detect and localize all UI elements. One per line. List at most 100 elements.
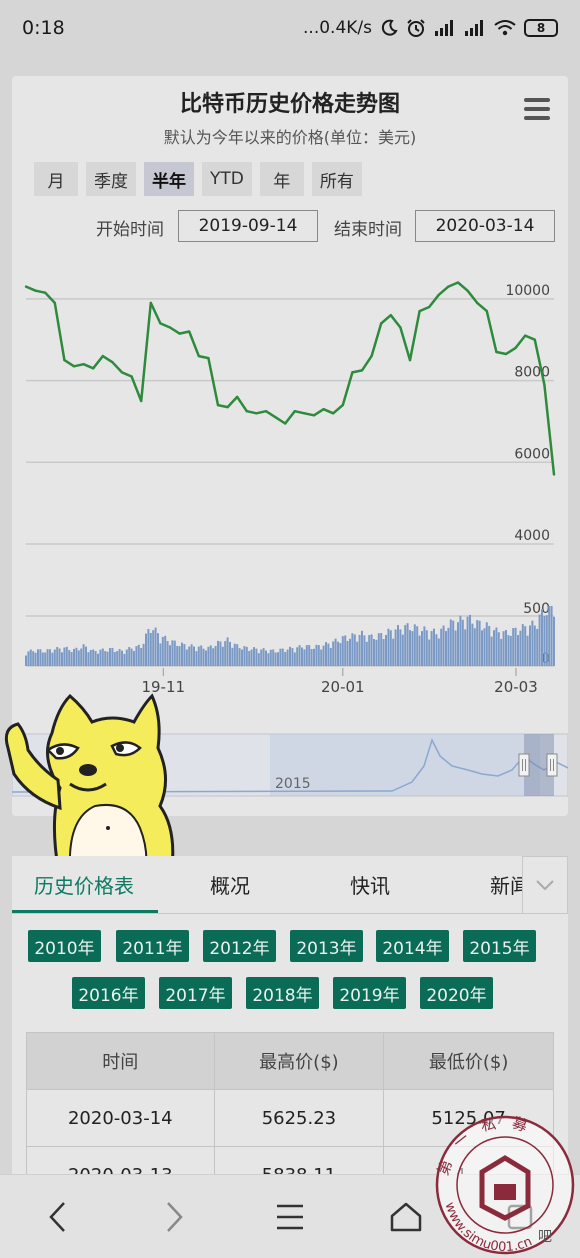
- volume-bar: [298, 645, 301, 666]
- volume-bar: [471, 623, 474, 666]
- volume-bar: [361, 630, 363, 666]
- volume-bar: [209, 645, 212, 666]
- price-point: [188, 330, 191, 333]
- price-point: [101, 354, 105, 358]
- price-point: [312, 414, 316, 417]
- volume-bar: [500, 638, 503, 666]
- volume-bar: [241, 649, 243, 666]
- year-button-2017[interactable]: 2017年: [159, 977, 232, 1009]
- volume-bar: [219, 641, 222, 666]
- volume-bar: [488, 626, 491, 666]
- volume-bar: [77, 650, 80, 666]
- volume-bar: [68, 650, 71, 666]
- volume-bar: [44, 652, 47, 666]
- volume-bar: [473, 628, 476, 666]
- volume-bar: [305, 645, 308, 666]
- volume-bar: [46, 649, 49, 666]
- back-arrow-icon[interactable]: [38, 1197, 78, 1237]
- range-year-button[interactable]: 年: [259, 162, 304, 196]
- volume-bar: [375, 639, 378, 666]
- year-button-2012[interactable]: 2012年: [203, 930, 276, 962]
- year-button-2013[interactable]: 2013年: [290, 930, 363, 962]
- volume-bar: [29, 649, 32, 666]
- volume-bar: [94, 651, 97, 666]
- volume-bar: [135, 646, 138, 666]
- volume-bar: [377, 633, 380, 666]
- volume-bar: [493, 630, 495, 666]
- volume-bar: [39, 649, 42, 666]
- range-month-button[interactable]: 月: [34, 162, 78, 196]
- signal-icon-2: [465, 20, 483, 36]
- price-point: [322, 407, 325, 411]
- year-button-2014[interactable]: 2014年: [376, 930, 449, 962]
- volume-bar: [130, 648, 133, 666]
- tab-overview[interactable]: 概况: [210, 870, 250, 899]
- tab-news-flash[interactable]: 快讯: [350, 870, 390, 899]
- volume-bar: [387, 628, 390, 666]
- volume-bar: [550, 606, 553, 666]
- price-line: [25, 281, 556, 475]
- status-icons: ...0.4K/s 8: [303, 18, 558, 38]
- volume-bar: [97, 653, 99, 666]
- volume-bar: [413, 624, 416, 666]
- price-point: [504, 352, 508, 356]
- volume-bar: [353, 634, 356, 666]
- volume-bar: [140, 647, 143, 666]
- volume-bar: [495, 627, 498, 666]
- volume-bar: [82, 644, 85, 666]
- year-button-2019[interactable]: 2019年: [333, 977, 406, 1009]
- end-date-input[interactable]: 2020-03-14: [415, 210, 555, 242]
- volume-bar: [325, 642, 327, 666]
- range-quarter-button[interactable]: 季度: [86, 162, 136, 196]
- volume-bar: [437, 638, 440, 666]
- volume-bar: [481, 630, 483, 666]
- menu-lines-icon[interactable]: [270, 1197, 310, 1237]
- year-button-2018[interactable]: 2018年: [246, 977, 319, 1009]
- volume-bar: [243, 646, 246, 666]
- year-button-2011[interactable]: 2011年: [116, 930, 189, 962]
- price-point: [24, 285, 28, 288]
- volume-bar: [320, 649, 323, 666]
- column-header-time: 时间: [26, 1032, 215, 1090]
- price-point: [236, 395, 239, 399]
- forward-arrow-icon[interactable]: [154, 1197, 194, 1237]
- range-halfyear-button[interactable]: 半年: [144, 162, 194, 196]
- volume-bar: [181, 642, 183, 666]
- volume-bar: [253, 647, 255, 666]
- year-button-2010[interactable]: 2010年: [28, 930, 101, 962]
- volume-bar: [291, 648, 294, 666]
- volume-bar: [238, 648, 241, 666]
- volume-bar: [344, 635, 347, 666]
- volume-bar: [157, 633, 159, 666]
- volume-bar: [152, 630, 155, 666]
- year-button-2015[interactable]: 2015年: [463, 930, 536, 962]
- volume-bar: [346, 641, 349, 666]
- volume-bar: [454, 630, 457, 666]
- volume-bar: [85, 646, 87, 666]
- start-date-input[interactable]: 2019-09-14: [178, 210, 318, 242]
- volume-bar: [509, 635, 512, 666]
- chart-menu-icon[interactable]: [524, 98, 550, 120]
- year-button-2020[interactable]: 2020年: [420, 977, 493, 1009]
- price-point: [120, 371, 124, 374]
- volume-bar: [507, 635, 510, 666]
- volume-bar: [274, 652, 277, 666]
- volume-bar: [289, 646, 291, 666]
- volume-bar: [490, 636, 493, 666]
- price-point: [159, 322, 162, 325]
- volume-bar: [65, 646, 68, 666]
- volume-bar: [382, 639, 385, 666]
- tab-history-prices[interactable]: 历史价格表: [34, 870, 134, 899]
- range-ytd-button[interactable]: YTD: [202, 162, 252, 196]
- price-point: [197, 354, 200, 358]
- price-point: [485, 309, 488, 313]
- home-icon[interactable]: [386, 1197, 426, 1237]
- price-tick-label: 8000: [514, 365, 550, 381]
- wifi-icon: [494, 20, 516, 36]
- year-button-2016[interactable]: 2016年: [72, 977, 145, 1009]
- volume-bar: [421, 631, 423, 666]
- tabs-more-chevron-icon[interactable]: [522, 856, 568, 914]
- volume-bar: [322, 645, 325, 666]
- volume-bar: [176, 645, 179, 666]
- range-all-button[interactable]: 所有: [311, 162, 362, 196]
